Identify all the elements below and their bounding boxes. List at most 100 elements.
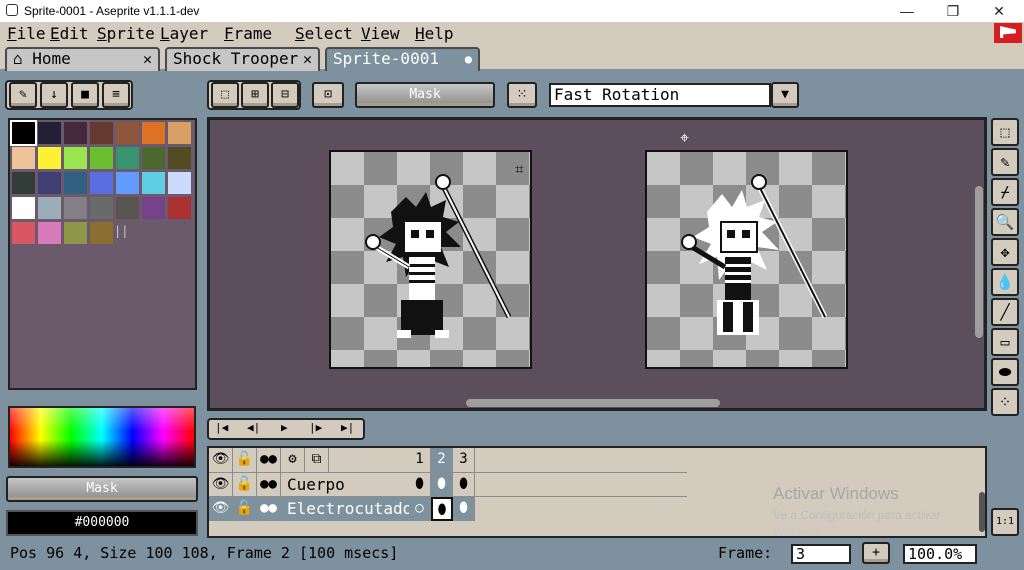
frame-header-3[interactable]: 3: [453, 448, 475, 472]
palette-swatch[interactable]: [168, 122, 191, 144]
palette-swatch[interactable]: [116, 172, 139, 194]
palette-swatch[interactable]: [116, 147, 139, 169]
marquee-icon[interactable]: ⬚: [991, 118, 1019, 146]
subtract-selection-icon[interactable]: ⊟: [271, 82, 299, 108]
palette-swatch[interactable]: [90, 222, 113, 244]
layer-row[interactable]: 👁 🔓 ●● Electrocutado ○ ⬮ ⬮: [209, 496, 687, 521]
timeline-scrollbar[interactable]: [979, 492, 985, 532]
palette-swatch[interactable]: [38, 172, 61, 194]
frame-header-1[interactable]: 1: [409, 448, 431, 472]
palette-swatch[interactable]: [116, 122, 139, 144]
foreground-color-field[interactable]: #000000: [6, 510, 198, 536]
cel-icon[interactable]: ⬮: [409, 473, 431, 497]
rectangle-icon[interactable]: ▭: [991, 328, 1019, 356]
minimize-button[interactable]: —: [884, 0, 930, 22]
palette-preset-icon[interactable]: ■: [71, 82, 99, 108]
palette-edit-icon[interactable]: ✎: [9, 82, 37, 108]
palette-swatch[interactable]: [64, 197, 87, 219]
resize-handle-icon[interactable]: ⌗: [515, 160, 523, 178]
pixel-ratio-button[interactable]: 1:1: [991, 508, 1019, 536]
line-icon[interactable]: ╱: [991, 298, 1019, 326]
cel-icon[interactable]: ⬮: [453, 497, 475, 521]
palette-swatch[interactable]: [90, 122, 113, 144]
palette-resize-handle-icon[interactable]: ||: [114, 224, 128, 238]
continuous-icon[interactable]: ●●: [257, 497, 281, 521]
next-frame-icon[interactable]: |▶: [309, 421, 322, 434]
close-window-button[interactable]: ✕: [976, 0, 1022, 22]
gear-icon[interactable]: ⚙: [281, 448, 305, 472]
sprite-canvas-right[interactable]: [645, 150, 848, 369]
play-icon[interactable]: ▶: [281, 421, 288, 434]
zoom-icon[interactable]: 🔍: [991, 208, 1019, 236]
palette-swatch[interactable]: [116, 197, 139, 219]
palette-swatch[interactable]: [10, 120, 37, 146]
palette-swatch[interactable]: [90, 147, 113, 169]
lock-header-icon[interactable]: 🔓: [233, 448, 257, 472]
palette-swatch[interactable]: [12, 197, 35, 219]
palette-swatch[interactable]: [12, 222, 35, 244]
palette-swatch[interactable]: [142, 147, 165, 169]
sprite-editor[interactable]: ⌖ ⌗: [207, 117, 987, 411]
frame-input[interactable]: 3: [791, 544, 851, 564]
spray-icon[interactable]: ⁘: [991, 388, 1019, 416]
menu-layer[interactable]: Layer: [160, 24, 208, 44]
first-frame-icon[interactable]: |◀: [215, 421, 228, 434]
eyedropper-icon[interactable]: ⌿: [991, 178, 1019, 206]
add-selection-icon[interactable]: ⊞: [241, 82, 269, 108]
palette-swatch[interactable]: [12, 147, 35, 169]
layer-row[interactable]: 👁 🔓 ●● Cuerpo ⬮ ⬮ ⬮: [209, 472, 687, 497]
tab-sprite-0001[interactable]: Sprite-0001 ●: [325, 47, 480, 71]
pencil-icon[interactable]: ✎: [991, 148, 1019, 176]
vertical-scrollbar[interactable]: [975, 186, 983, 338]
menu-sprite[interactable]: Sprite: [97, 24, 155, 44]
palette-swatch[interactable]: [38, 147, 61, 169]
palette-swatch[interactable]: [38, 222, 61, 244]
add-frame-button[interactable]: +: [862, 542, 890, 564]
cel-icon[interactable]: ⬮: [453, 473, 475, 497]
horizontal-scrollbar[interactable]: [466, 399, 720, 407]
replace-selection-icon[interactable]: ⬚: [211, 82, 239, 108]
layer-name[interactable]: Electrocutado: [281, 497, 412, 521]
continuous-header-icon[interactable]: ●●: [257, 448, 281, 472]
unlock-icon[interactable]: 🔓: [233, 497, 257, 521]
palette-swatch[interactable]: [168, 172, 191, 194]
frame-header-2[interactable]: 2: [431, 448, 453, 472]
pivot-icon[interactable]: ⊡: [312, 82, 344, 108]
close-tab-icon[interactable]: ✕: [303, 49, 312, 69]
menu-help[interactable]: Help: [415, 24, 454, 44]
cel-icon[interactable]: ⬮: [431, 473, 453, 497]
palette-swatch[interactable]: [38, 197, 61, 219]
palette-swatch[interactable]: [142, 122, 165, 144]
mask-button[interactable]: Mask: [355, 82, 495, 108]
palette-swatch[interactable]: [64, 147, 87, 169]
palette-swatch[interactable]: [64, 172, 87, 194]
tab-home[interactable]: ⌂ Home ✕: [5, 47, 160, 71]
sprite-canvas-left[interactable]: [329, 150, 532, 369]
move-icon[interactable]: ✥: [991, 238, 1019, 266]
tab-shock-trooper[interactable]: Shock Trooper ✕: [165, 47, 320, 71]
palette-swatch[interactable]: [168, 197, 191, 219]
active-cel-icon[interactable]: ⬮: [431, 497, 453, 521]
palette-swatch[interactable]: [90, 172, 113, 194]
palette-sort-icon[interactable]: ↓: [40, 82, 68, 108]
palette-swatch[interactable]: [90, 197, 113, 219]
close-tab-icon[interactable]: ✕: [143, 49, 152, 69]
menu-file[interactable]: File: [7, 24, 46, 44]
layer-name[interactable]: Cuerpo: [281, 473, 409, 497]
menu-select[interactable]: Select: [295, 24, 353, 44]
palette-swatch[interactable]: [64, 122, 87, 144]
eye-icon[interactable]: 👁: [209, 497, 233, 521]
blur-icon[interactable]: ⬬: [991, 358, 1019, 386]
chevron-down-icon[interactable]: ▼: [771, 82, 799, 108]
maximize-button[interactable]: ❐: [930, 0, 976, 22]
palette-swatch[interactable]: [64, 222, 87, 244]
palette-swatch[interactable]: [12, 172, 35, 194]
last-frame-icon[interactable]: ▶|: [341, 421, 354, 434]
previous-frame-icon[interactable]: ◀|: [247, 421, 260, 434]
empty-cel-icon[interactable]: ○: [409, 497, 431, 521]
zoom-input[interactable]: 100.0%: [903, 544, 977, 564]
continuous-icon[interactable]: ●●: [257, 473, 281, 497]
visibility-header-icon[interactable]: 👁: [209, 448, 233, 472]
palette-swatch[interactable]: [142, 197, 165, 219]
rotation-algorithm-select[interactable]: Fast Rotation: [549, 83, 771, 107]
